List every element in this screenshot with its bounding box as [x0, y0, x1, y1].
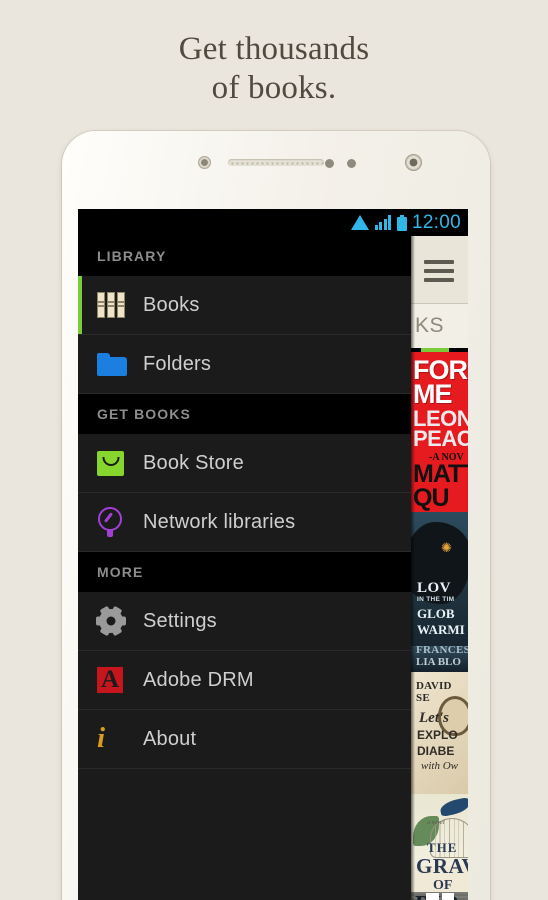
navigation-drawer: LIBRARY Books Folders GET BOOKS Book Sto…	[78, 236, 411, 900]
butterfly-icon: ✺	[441, 540, 452, 555]
phone-device-frame: 12:00 LIBRARY Books Folders GET BOOKS Bo…	[62, 131, 490, 900]
sidebar-item-label: Book Store	[143, 451, 244, 474]
grid-view-icon[interactable]	[426, 893, 454, 900]
sidebar-item-label: Adobe DRM	[143, 668, 254, 691]
promo-screenshot: Get thousands of books. 12:00 LIBRARY Bo…	[0, 0, 548, 900]
sidebar-item-about[interactable]: i About	[78, 710, 411, 769]
drawer-section-header-more: MORE	[78, 552, 411, 592]
book-library-list: KS FORGI ME LEONA PEACO -A NOV MATT QU ✺	[411, 236, 468, 900]
book-title-line: LOV	[417, 580, 452, 596]
light-sensor-icon	[325, 159, 334, 168]
book-author-line: QU	[413, 484, 450, 512]
drawer-section-header-get-books: GET BOOKS	[78, 394, 411, 434]
phone-screen: 12:00 LIBRARY Books Folders GET BOOKS Bo…	[78, 209, 468, 900]
drawer-section-header-library: LIBRARY	[78, 236, 411, 276]
sidebar-item-settings[interactable]: Settings	[78, 592, 411, 651]
book-cover-item[interactable]: a novel THE GRAV OF BIR TRACY GU	[411, 794, 468, 900]
sidebar-item-label: Books	[143, 293, 200, 316]
book-title-line: Let's	[419, 710, 449, 726]
headline-line-2: of books.	[211, 70, 337, 106]
book-title-line: DIABE	[417, 744, 455, 758]
shopping-bag-icon	[97, 450, 143, 476]
sidebar-item-adobe-drm[interactable]: Adobe DRM	[78, 651, 411, 710]
book-title-line: GRAV	[416, 854, 468, 878]
notification-led-icon	[347, 159, 356, 168]
book-title-line: with Ow	[421, 760, 458, 772]
book-cover-item[interactable]: FORGI ME LEONA PEACO -A NOV MATT QU	[411, 352, 468, 512]
sidebar-item-label: Settings	[143, 609, 217, 632]
gear-icon	[96, 605, 143, 637]
book-title-line: EXPLO	[417, 728, 458, 742]
list-header-partial: KS	[411, 304, 468, 348]
proximity-sensor-icon	[198, 156, 211, 169]
book-title-line: GLOB	[417, 606, 455, 621]
earpiece-speaker	[228, 159, 324, 166]
book-title-line: WARMI	[417, 622, 465, 637]
book-title-line: ME	[413, 379, 453, 409]
status-bar-clock: 12:00	[411, 212, 461, 233]
book-descriptor: a novel	[427, 820, 445, 826]
book-author-line: MATT	[413, 460, 468, 488]
cover-art-wave	[411, 646, 468, 672]
adobe-icon	[97, 667, 143, 693]
book-cover-item[interactable]: ✺ LOV IN THE TIM GLOB WARMI FRANCES LIA …	[411, 512, 468, 672]
drawer-empty-space	[78, 769, 411, 900]
book-author-line: DAVID SE	[416, 680, 452, 704]
battery-icon	[396, 214, 407, 231]
sidebar-item-label: Folders	[143, 352, 212, 375]
hamburger-menu-icon[interactable]	[424, 260, 454, 282]
network-icon	[97, 507, 143, 537]
book-cover-item[interactable]: DAVID SE Let's EXPLO DIABE with Ow	[411, 672, 468, 794]
sidebar-item-folders[interactable]: Folders	[78, 335, 411, 394]
book-title-line: PEACO	[413, 426, 468, 451]
folder-icon	[97, 352, 143, 376]
headline-line-1: Get thousands	[178, 31, 370, 67]
info-icon: i	[97, 722, 106, 754]
page-title: Get thousands of books.	[0, 30, 548, 108]
action-bar	[411, 236, 468, 304]
sidebar-item-label: Network libraries	[143, 510, 296, 533]
sidebar-item-network-libraries[interactable]: Network libraries	[78, 493, 411, 552]
screen-content: LIBRARY Books Folders GET BOOKS Book Sto…	[78, 236, 468, 900]
book-title-line: IN THE TIM	[417, 596, 455, 603]
sidebar-item-book-store[interactable]: Book Store	[78, 434, 411, 493]
sidebar-item-label: About	[143, 727, 197, 750]
drawer-scrim	[411, 236, 415, 900]
phone-top-bezel	[62, 131, 490, 209]
books-icon	[97, 292, 143, 318]
wifi-icon	[350, 215, 370, 230]
signal-icon	[374, 215, 392, 230]
sidebar-item-books[interactable]: Books	[78, 276, 411, 335]
status-bar: 12:00	[78, 209, 468, 236]
front-camera-icon	[405, 154, 422, 171]
